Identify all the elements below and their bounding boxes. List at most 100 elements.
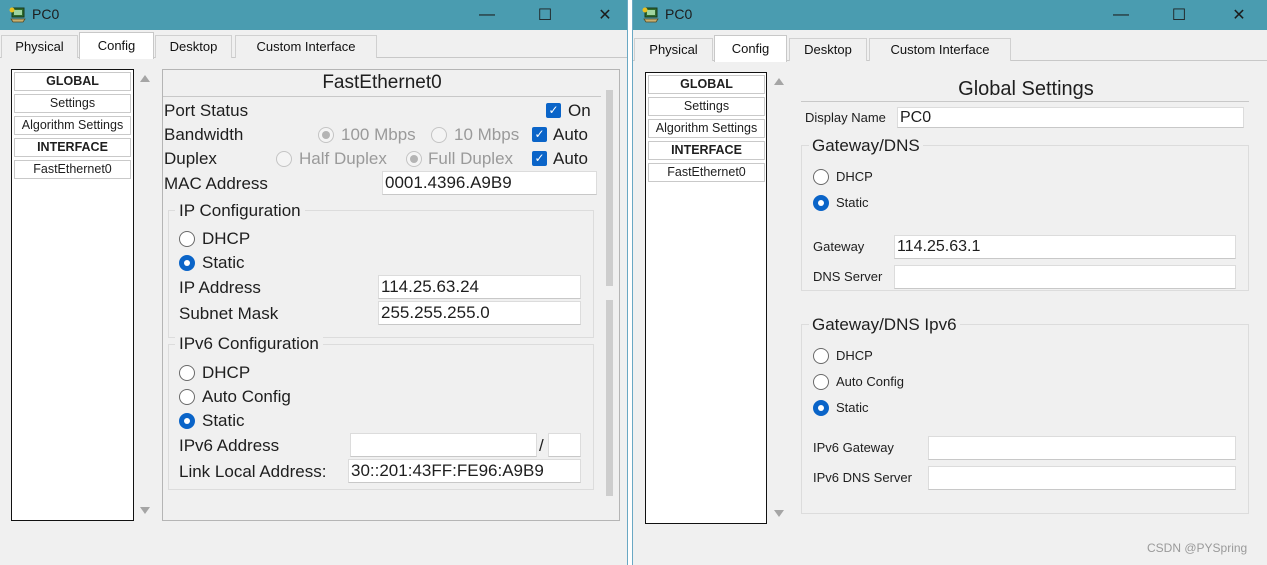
gateway-ipv6-auto-config-radio[interactable]: [813, 374, 829, 390]
tab-bar: Physical Config Desktop Custom Interface: [0, 32, 627, 59]
close-button[interactable]: ✕: [582, 0, 627, 30]
port-status-checkbox[interactable]: ✓: [546, 103, 561, 118]
minimize-button[interactable]: —: [1098, 0, 1144, 30]
port-status-on-label: On: [568, 101, 591, 120]
ip-configuration-title: IP Configuration: [175, 201, 305, 221]
ipv6-gateway-label: IPv6 Gateway: [813, 440, 894, 455]
tab-config[interactable]: Config: [79, 32, 154, 59]
bandwidth-10-label: 10 Mbps: [454, 125, 520, 144]
gateway-ipv6-dhcp-label: DHCP: [836, 348, 873, 363]
bandwidth-100-label: 100 Mbps: [341, 125, 416, 144]
sidebar-scrollbar[interactable]: [136, 69, 153, 521]
gateway-dhcp-radio[interactable]: [813, 169, 829, 185]
ipv6-auto-config-radio[interactable]: [179, 389, 195, 405]
tab-config[interactable]: Config: [714, 35, 787, 62]
ip-dhcp-radio[interactable]: [179, 231, 195, 247]
half-duplex-radio[interactable]: [276, 151, 292, 167]
config-sidebar: GLOBAL Settings Algorithm Settings INTER…: [11, 69, 134, 521]
sidebar-item-interface[interactable]: INTERFACE: [648, 141, 765, 160]
subnet-mask-label: Subnet Mask: [179, 304, 279, 323]
right-titlebar: PC0 — ☐ ✕: [633, 0, 1267, 30]
maximize-button[interactable]: ☐: [1156, 0, 1202, 30]
left-titlebar: PC0 — ☐ ✕: [0, 0, 627, 30]
port-status-label: Port Status: [164, 101, 249, 120]
bandwidth-100-radio[interactable]: [318, 127, 334, 143]
mac-address-field[interactable]: 0001.4396.A9B9: [382, 171, 597, 195]
ip-dhcp-label: DHCP: [202, 229, 251, 248]
sidebar-item-global[interactable]: GLOBAL: [648, 75, 765, 94]
tab-desktop[interactable]: Desktop: [789, 38, 867, 61]
scroll-up-icon[interactable]: [774, 78, 784, 85]
panel-scrollbar-track-lower[interactable]: [606, 300, 613, 496]
ipv6-dns-server-field[interactable]: [928, 466, 1236, 490]
ipv6-static-radio[interactable]: [179, 413, 195, 429]
gateway-ipv6-static-radio[interactable]: [813, 400, 829, 416]
tab-physical[interactable]: Physical: [634, 38, 713, 61]
link-local-address-field[interactable]: 30::201:43FF:FE96:A9B9: [348, 459, 581, 483]
global-settings-panel: Global Settings Display Name PC0 Gateway…: [801, 72, 1251, 522]
ip-static-radio[interactable]: [179, 255, 195, 271]
config-sidebar: GLOBAL Settings Algorithm Settings INTER…: [645, 72, 767, 524]
gateway-static-label: Static: [836, 195, 869, 210]
gateway-static-radio[interactable]: [813, 195, 829, 211]
ip-static-label: Static: [202, 253, 245, 272]
panel-title: Global Settings: [958, 78, 1094, 100]
mac-address-label: MAC Address: [164, 174, 268, 193]
ip-address-label: IP Address: [179, 278, 261, 297]
gateway-dns-ipv6-title: Gateway/DNS Ipv6: [809, 315, 960, 335]
scroll-down-icon[interactable]: [774, 510, 784, 517]
bandwidth-auto-checkbox[interactable]: ✓: [532, 127, 547, 142]
sidebar-item-interface[interactable]: INTERFACE: [14, 138, 131, 157]
tab-desktop[interactable]: Desktop: [155, 35, 232, 58]
half-duplex-label: Half Duplex: [299, 149, 387, 168]
ip-address-field[interactable]: 114.25.63.24: [378, 275, 581, 299]
maximize-button[interactable]: ☐: [522, 0, 568, 30]
ipv6-prefix-separator: /: [539, 436, 544, 455]
panel-title: FastEthernet0: [322, 72, 442, 93]
window-title: PC0: [665, 6, 693, 22]
left-window: PC0 — ☐ ✕ Physical Config Desktop Custom…: [0, 0, 628, 565]
display-name-field[interactable]: PC0: [897, 107, 1244, 128]
ipv6-dns-server-label: IPv6 DNS Server: [813, 470, 912, 485]
display-name-label: Display Name: [805, 110, 886, 125]
gateway-dns-title: Gateway/DNS: [809, 136, 923, 156]
sidebar-item-fastethernet0[interactable]: FastEthernet0: [648, 163, 765, 182]
dns-server-label: DNS Server: [813, 269, 883, 284]
tab-physical[interactable]: Physical: [1, 35, 78, 58]
scroll-down-icon[interactable]: [140, 507, 150, 514]
ipv6-gateway-field[interactable]: [928, 436, 1236, 460]
subnet-mask-field[interactable]: 255.255.255.0: [378, 301, 581, 325]
gateway-ipv6-auto-config-label: Auto Config: [836, 374, 904, 389]
panel-scrollbar-thumb[interactable]: [606, 90, 613, 286]
gateway-field[interactable]: 114.25.63.1: [894, 235, 1236, 259]
full-duplex-radio[interactable]: [406, 151, 422, 167]
divider: [163, 96, 601, 97]
gateway-label: Gateway: [813, 239, 865, 254]
gateway-ipv6-dhcp-radio[interactable]: [813, 348, 829, 364]
ipv6-address-field[interactable]: [350, 433, 537, 457]
ipv6-prefix-field[interactable]: [548, 433, 581, 457]
sidebar-item-fastethernet0[interactable]: FastEthernet0: [14, 160, 131, 179]
dns-server-field[interactable]: [894, 265, 1236, 289]
sidebar-item-global[interactable]: GLOBAL: [14, 72, 131, 91]
sidebar-item-algorithm-settings[interactable]: Algorithm Settings: [648, 119, 765, 138]
ipv6-dhcp-radio[interactable]: [179, 365, 195, 381]
sidebar-item-settings[interactable]: Settings: [14, 94, 131, 113]
close-button[interactable]: ✕: [1216, 0, 1262, 30]
ipv6-static-label: Static: [202, 411, 245, 430]
gateway-ipv6-static-label: Static: [836, 400, 869, 415]
tab-custom-interface[interactable]: Custom Interface: [235, 35, 377, 58]
sidebar-scrollbar[interactable]: [770, 72, 787, 524]
minimize-button[interactable]: —: [464, 0, 510, 30]
scroll-up-icon[interactable]: [140, 75, 150, 82]
sidebar-item-algorithm-settings[interactable]: Algorithm Settings: [14, 116, 131, 135]
duplex-auto-checkbox[interactable]: ✓: [532, 151, 547, 166]
link-local-address-label: Link Local Address:: [179, 462, 327, 481]
bandwidth-10-radio[interactable]: [431, 127, 447, 143]
tab-custom-interface[interactable]: Custom Interface: [869, 38, 1011, 61]
ipv6-address-label: IPv6 Address: [179, 436, 280, 455]
panel-scrollbar[interactable]: [603, 72, 617, 518]
bandwidth-auto-label: Auto: [553, 125, 588, 144]
right-window: PC0 — ☐ ✕ Physical Config Desktop Custom…: [632, 0, 1267, 565]
sidebar-item-settings[interactable]: Settings: [648, 97, 765, 116]
